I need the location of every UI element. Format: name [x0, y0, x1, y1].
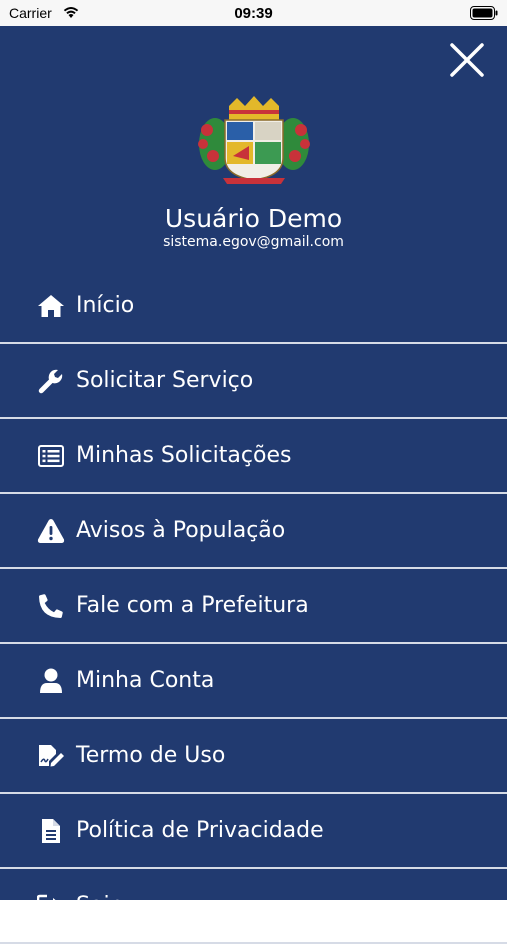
- drawer-menu: Início Solicitar Serviço Minhas Solicita…: [0, 269, 507, 944]
- menu-item-sair[interactable]: Sair: [0, 869, 507, 944]
- signature-icon: [36, 741, 66, 771]
- menu-item-label: Solicitar Serviço: [76, 368, 254, 393]
- close-icon: [450, 43, 484, 77]
- municipal-coat-of-arms-logo: [193, 96, 315, 184]
- menu-item-label: Avisos à População: [76, 518, 286, 543]
- menu-item-label: Minha Conta: [76, 668, 215, 693]
- user-icon: [36, 666, 66, 696]
- menu-item-politica-privacidade[interactable]: Política de Privacidade: [0, 794, 507, 869]
- menu-item-minhas-solicitacoes[interactable]: Minhas Solicitações: [0, 419, 507, 494]
- menu-item-minha-conta[interactable]: Minha Conta: [0, 644, 507, 719]
- user-name: Usuário Demo: [164, 204, 343, 233]
- menu-item-label: Minhas Solicitações: [76, 443, 292, 468]
- menu-item-label: Início: [76, 293, 135, 318]
- wrench-icon: [36, 366, 66, 396]
- status-bar: Carrier 09:39: [0, 0, 507, 26]
- menu-item-avisos[interactable]: Avisos à População: [0, 494, 507, 569]
- list-icon: [36, 441, 66, 471]
- menu-item-termo-de-uso[interactable]: Termo de Uso: [0, 719, 507, 794]
- battery-icon: [470, 6, 498, 25]
- menu-item-inicio[interactable]: Início: [0, 269, 507, 344]
- menu-item-label: Fale com a Prefeitura: [76, 593, 309, 618]
- side-drawer: Usuário Demo sistema.egov@gmail.com Iníc…: [0, 26, 507, 944]
- home-icon: [36, 291, 66, 321]
- warning-icon: [36, 516, 66, 546]
- menu-item-solicitar-servico[interactable]: Solicitar Serviço: [0, 344, 507, 419]
- menu-item-label: Termo de Uso: [76, 743, 226, 768]
- sign-out-icon: [36, 891, 66, 921]
- menu-item-label: Política de Privacidade: [76, 818, 324, 843]
- phone-icon: [36, 591, 66, 621]
- user-email: sistema.egov@gmail.com: [163, 234, 344, 250]
- close-button[interactable]: [449, 42, 485, 78]
- menu-item-fale-com-prefeitura[interactable]: Fale com a Prefeitura: [0, 569, 507, 644]
- menu-item-label: Sair: [76, 893, 119, 918]
- clock: 09:39: [234, 5, 273, 22]
- document-icon: [36, 816, 66, 846]
